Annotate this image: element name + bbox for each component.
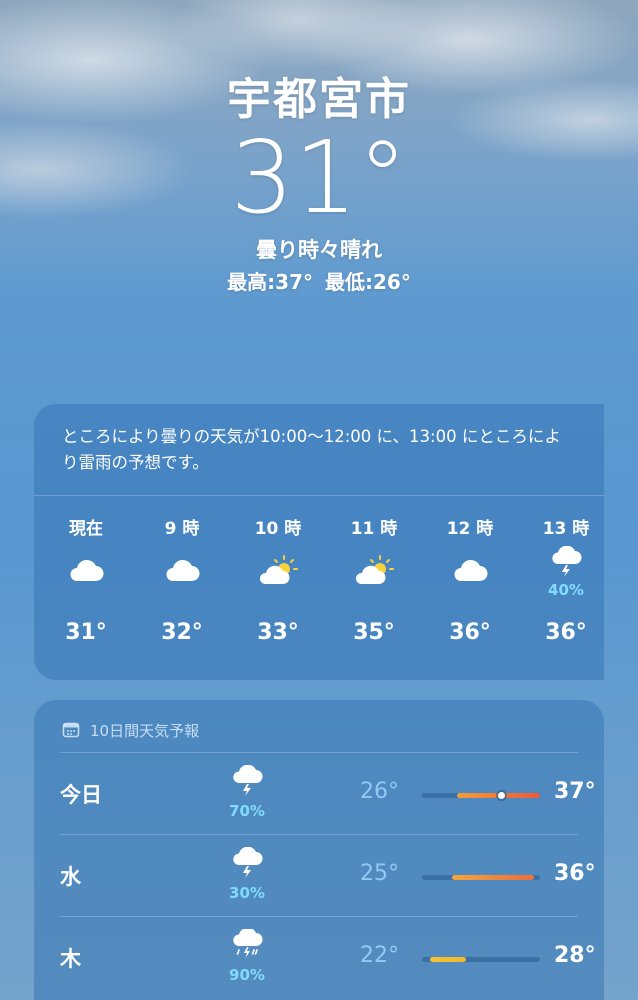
hour-temperature: 33° [257, 620, 299, 645]
hour-label: 9 時 [164, 519, 200, 539]
hour-label: 現在 [69, 519, 103, 539]
calendar-icon [62, 721, 80, 743]
day-name: 今日 [60, 783, 102, 807]
low-temperature: 22° [360, 943, 399, 968]
hourly-list[interactable]: 現在 31° 9 時 32° 10 時 33° 11 時 35° 12 時 36° 13 時 40% 3… [34, 496, 604, 645]
hour-item: 9 時 32° [134, 514, 230, 645]
temperature-range-fill [430, 957, 466, 962]
temperature-range-bar [422, 875, 540, 880]
high-low: 最高:37° 最低:26° [0, 268, 638, 296]
hour-temperature: 36° [545, 620, 587, 645]
high-temp: 最高:37° [227, 270, 313, 294]
day-icon-wrap: 70% [222, 764, 272, 820]
precipitation-chance: 40% [548, 581, 584, 599]
current-condition: 曇り時々晴れ [256, 238, 382, 262]
precipitation-chance: 90% [229, 966, 265, 984]
day-icon-wrap: 30% [222, 846, 272, 902]
hour-temperature: 36° [449, 620, 491, 645]
hourly-forecast-card[interactable]: ところにより曇りの天気が10:00～12:00 に、13:00 にところにより雷… [34, 404, 604, 680]
cloud-icon [67, 557, 105, 587]
hour-icon-wrap: 40% [518, 544, 604, 600]
low-temp: 最低:26° [325, 270, 411, 294]
hour-item: 現在 31° [38, 514, 134, 645]
hour-temperature: 31° [65, 620, 107, 645]
hour-icon-wrap [38, 544, 134, 600]
hour-label: 12 時 [446, 519, 494, 539]
daily-list: 今日 70% 26° 37° 水 30% 25° 36° 木 90% 22° 28° [34, 752, 604, 998]
current-weather-header: 宇都宮市 31° 曇り時々晴れ 最高:37° 最低:26° [0, 70, 638, 296]
thunderstorm-icon [229, 846, 265, 883]
daily-forecast-header: 10日間天気予報 [34, 700, 604, 752]
hour-item: 10 時 33° [230, 514, 326, 645]
day-row[interactable]: 今日 70% 26° 37° [60, 752, 596, 834]
hour-icon-wrap [326, 544, 422, 600]
temperature-range-bar [422, 792, 540, 799]
daily-forecast-title: 10日間天気予報 [90, 722, 200, 740]
day-row[interactable]: 水 30% 25° 36° [60, 834, 596, 916]
cloud-icon [163, 557, 201, 587]
hour-label: 10 時 [254, 519, 302, 539]
hour-item: 11 時 35° [326, 514, 422, 645]
day-icon-wrap: 90% [222, 927, 272, 984]
thunderstorm-icon [548, 545, 584, 582]
hour-icon-wrap [134, 544, 230, 600]
partly-sunny-icon [353, 554, 395, 590]
daily-forecast-card[interactable]: 10日間天気予報 今日 70% 26° 37° 水 30% 25° 36° 木 90% 22° 28° [34, 700, 604, 1000]
partly-sunny-icon [257, 554, 299, 590]
hour-item: 13 時 40% 36° [518, 514, 604, 645]
low-temperature: 25° [360, 861, 399, 886]
current-temperature: 31° [230, 119, 408, 236]
hour-item: 12 時 36° [422, 514, 518, 645]
hour-label: 11 時 [350, 519, 398, 539]
thunderstorm-icon [229, 764, 265, 801]
day-name: 水 [60, 865, 81, 889]
current-temp-marker [497, 792, 505, 799]
thunder-rain-icon [229, 927, 265, 965]
hour-temperature: 32° [161, 620, 203, 645]
hour-icon-wrap [422, 544, 518, 600]
day-row[interactable]: 木 90% 22° 28° [60, 916, 596, 998]
hour-icon-wrap [230, 544, 326, 600]
low-temperature: 26° [360, 779, 399, 804]
hour-temperature: 35° [353, 620, 395, 645]
high-temperature: 28° [554, 943, 596, 968]
high-temperature: 37° [554, 779, 596, 804]
precipitation-chance: 30% [229, 884, 265, 902]
hour-label: 13 時 [542, 519, 590, 539]
precipitation-chance: 70% [229, 802, 265, 820]
day-name: 木 [60, 947, 81, 971]
temperature-range-bar [422, 957, 540, 962]
temperature-range-fill [451, 875, 535, 880]
high-temperature: 36° [554, 861, 596, 886]
cloud-icon [451, 557, 489, 587]
hourly-summary: ところにより曇りの天気が10:00～12:00 に、13:00 にところにより雷… [34, 404, 604, 496]
